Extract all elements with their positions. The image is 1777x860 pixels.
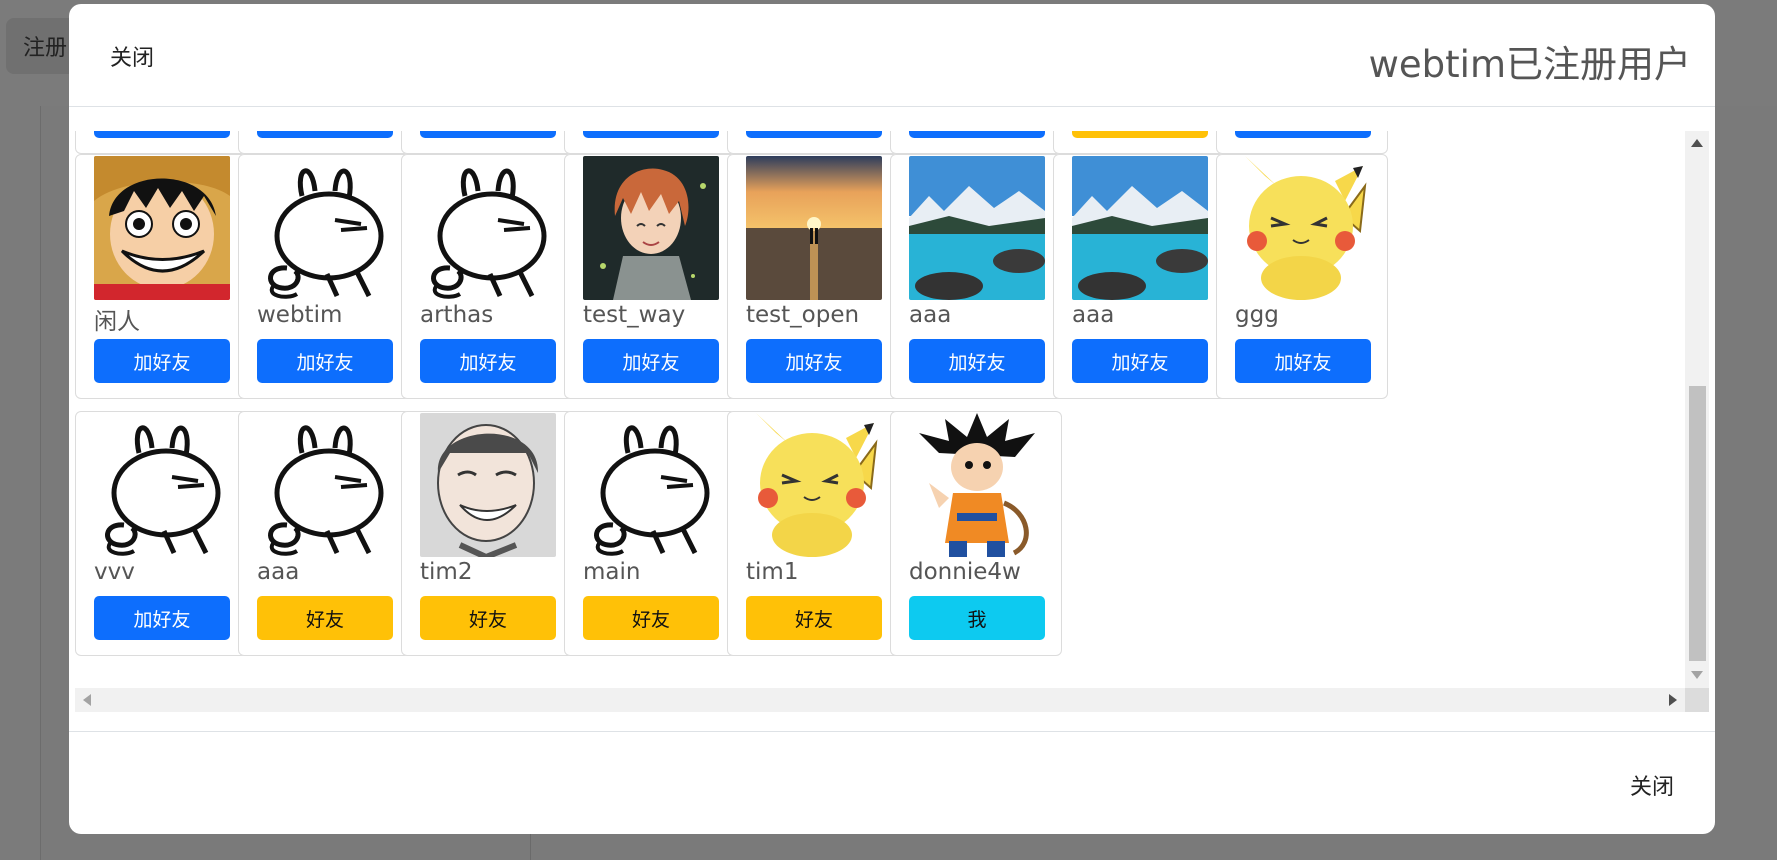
user-avatar xyxy=(583,413,719,557)
user-card: donnie4w 我 xyxy=(890,411,1062,656)
close-button-bottom[interactable]: 关闭 xyxy=(1630,769,1674,801)
user-avatar xyxy=(746,156,882,300)
user-name: test_open xyxy=(746,302,860,328)
user-card: tim1 好友 xyxy=(727,411,899,656)
add-friend-button[interactable]: 加好友 xyxy=(746,131,882,138)
user-avatar xyxy=(746,413,882,557)
user-avatar xyxy=(257,413,393,557)
add-friend-button[interactable]: 加好友 xyxy=(583,131,719,138)
user-avatar xyxy=(1235,156,1371,300)
user-card: webtim 加好友 xyxy=(238,154,410,399)
user-card: tim2 好友 xyxy=(401,411,573,656)
user-avatar xyxy=(583,156,719,300)
add-friend-button[interactable]: 加好友 xyxy=(94,596,230,640)
user-card: aaa 加好友 xyxy=(1053,154,1225,399)
user-card: 加好友 xyxy=(890,131,1062,154)
friend-button[interactable]: 好友 xyxy=(420,596,556,640)
user-avatar xyxy=(1072,156,1208,300)
user-avatar xyxy=(420,413,556,557)
user-card: 加好友 xyxy=(401,131,573,154)
user-name: webtim xyxy=(257,302,343,328)
user-card: aaa 加好友 xyxy=(890,154,1062,399)
scroll-up-arrow-icon[interactable] xyxy=(1691,139,1703,147)
user-name: donnie4w xyxy=(909,559,1021,585)
user-name: vvv xyxy=(94,559,135,585)
add-friend-button[interactable]: 加好友 xyxy=(257,339,393,383)
me-button[interactable]: 我 xyxy=(909,596,1045,640)
modal-title: webtim已注册用户 xyxy=(1368,43,1691,86)
add-friend-button[interactable]: 加好友 xyxy=(420,131,556,138)
scrollbar-corner xyxy=(1685,688,1709,712)
user-avatar xyxy=(94,413,230,557)
user-name: main xyxy=(583,559,641,585)
user-card: 加好友 xyxy=(75,131,247,154)
friend-button[interactable]: 好友 xyxy=(746,596,882,640)
user-name: ggg xyxy=(1235,302,1279,328)
user-card: test_open 加好友 xyxy=(727,154,899,399)
user-avatar xyxy=(94,156,230,300)
close-button-top[interactable]: 关闭 xyxy=(110,40,154,72)
user-name: test_way xyxy=(583,302,686,328)
user-card: 加好友 xyxy=(1216,131,1388,154)
friend-button[interactable]: 好友 xyxy=(257,596,393,640)
user-name: aaa xyxy=(1072,302,1115,328)
user-name: tim2 xyxy=(420,559,473,585)
add-friend-button[interactable]: 加好友 xyxy=(1235,339,1371,383)
user-card: main 好友 xyxy=(564,411,736,656)
user-grid-viewport: 加好友加好友加好友加好友加好友加好友好友加好友 闲人加好友 webtim加好友 … xyxy=(75,131,1685,688)
add-friend-button[interactable]: 加好友 xyxy=(583,339,719,383)
user-card: 加好友 xyxy=(727,131,899,154)
user-card: aaa 好友 xyxy=(238,411,410,656)
user-name: tim1 xyxy=(746,559,799,585)
user-avatar xyxy=(909,156,1045,300)
user-card: 加好友 xyxy=(564,131,736,154)
add-friend-button[interactable]: 加好友 xyxy=(909,131,1045,138)
user-card: 好友 xyxy=(1053,131,1225,154)
add-friend-button[interactable]: 加好友 xyxy=(257,131,393,138)
modal-header: 关闭 webtim已注册用户 xyxy=(69,4,1715,107)
add-friend-button[interactable]: 加好友 xyxy=(94,339,230,383)
user-card: arthas 加好友 xyxy=(401,154,573,399)
registered-users-modal: 关闭 webtim已注册用户 加好友加好友加好友加好友加好友加好友好友加好友 闲… xyxy=(69,4,1715,834)
user-list-scroll-area[interactable]: 加好友加好友加好友加好友加好友加好友好友加好友 闲人加好友 webtim加好友 … xyxy=(75,131,1709,712)
scroll-down-arrow-icon[interactable] xyxy=(1691,671,1703,679)
add-friend-button[interactable]: 加好友 xyxy=(1235,131,1371,138)
modal-footer: 关闭 xyxy=(69,731,1715,834)
user-card: ggg 加好友 xyxy=(1216,154,1388,399)
horizontal-scrollbar[interactable] xyxy=(75,688,1685,712)
user-avatar xyxy=(909,413,1045,557)
scroll-right-arrow-icon[interactable] xyxy=(1669,694,1677,706)
add-friend-button[interactable]: 加好友 xyxy=(94,131,230,138)
user-name: aaa xyxy=(909,302,952,328)
user-avatar xyxy=(257,156,393,300)
user-name: aaa xyxy=(257,559,300,585)
vertical-scroll-thumb[interactable] xyxy=(1689,386,1706,661)
user-card: test_way 加好友 xyxy=(564,154,736,399)
vertical-scrollbar[interactable] xyxy=(1685,131,1709,688)
user-card: 闲人 加好友 xyxy=(75,154,247,399)
add-friend-button[interactable]: 加好友 xyxy=(1072,339,1208,383)
scroll-left-arrow-icon[interactable] xyxy=(83,694,91,706)
add-friend-button[interactable]: 加好友 xyxy=(420,339,556,383)
user-card: vvv 加好友 xyxy=(75,411,247,656)
user-name: 闲人 xyxy=(94,309,140,335)
user-avatar xyxy=(420,156,556,300)
user-name: arthas xyxy=(420,302,494,328)
friend-button[interactable]: 好友 xyxy=(583,596,719,640)
add-friend-button[interactable]: 加好友 xyxy=(909,339,1045,383)
user-card: 加好友 xyxy=(238,131,410,154)
friend-button[interactable]: 好友 xyxy=(1072,131,1208,138)
add-friend-button[interactable]: 加好友 xyxy=(746,339,882,383)
